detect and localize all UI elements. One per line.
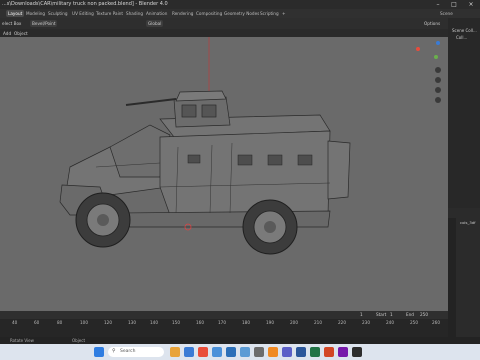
maximize-icon[interactable]: □ [446,0,462,9]
object-menu[interactable]: Object [14,30,28,37]
frame-number: 190 [266,320,274,325]
viewport-header: elect Box Bevel/Point Global Options [0,18,448,29]
onenote-icon[interactable] [338,347,348,357]
add-menu[interactable]: Add [3,30,11,37]
outliner-panel: Scene Coll... Coll... [448,18,480,208]
frame-number: 140 [150,320,158,325]
tab-scripting[interactable]: Scripting [260,10,279,17]
status-middle: Object [72,338,86,343]
excel-icon[interactable] [310,347,320,357]
frame-number: 180 [242,320,250,325]
teams-icon[interactable] [282,347,292,357]
window-title: ...s\Downloads\CAR\military truck non pa… [2,1,168,7]
title-bar: ...s\Downloads\CAR\military truck non pa… [0,0,480,9]
frame-number: 120 [104,320,112,325]
powerpoint-icon[interactable] [324,347,334,357]
frame-number: 250 [410,320,418,325]
truck-model [59,37,351,255]
pan-icon[interactable] [435,77,441,83]
close-icon[interactable]: × [463,0,479,9]
tab-animation[interactable]: Animation [146,10,167,17]
status-bar: Rotate View Object [0,337,480,344]
start-label: Start [376,312,387,317]
orientation-dropdown[interactable]: Global [146,20,164,27]
tab-texture-paint[interactable]: Texture Paint [96,10,123,17]
frame-number: 170 [218,320,226,325]
perspective-toggle-icon[interactable] [435,97,441,103]
zoom-icon[interactable] [435,67,441,73]
frame-number: 200 [290,320,298,325]
collection-item[interactable]: Coll... [456,35,467,40]
mail-icon[interactable] [226,347,236,357]
search-box[interactable]: ⚲ Search [108,347,164,357]
frame-number: 100 [80,320,88,325]
tab-shading[interactable]: Shading [126,10,143,17]
current-frame-field[interactable]: 1 [360,311,363,318]
frame-number: 160 [196,320,204,325]
x-axis-gizmo-icon[interactable] [416,47,420,51]
end-frame-field[interactable]: 250 [420,311,428,318]
chrome-icon[interactable] [198,347,208,357]
blender-icon[interactable] [268,347,278,357]
terminal-icon[interactable] [352,347,362,357]
timeline-controls: 1 Start 1 End 250 [0,311,448,319]
scene-selector[interactable]: Scene [440,10,453,17]
front-wheel [75,192,131,248]
start-frame-field[interactable]: 1 [390,311,393,318]
frame-number: 210 [314,320,322,325]
photos-icon[interactable] [240,347,250,357]
tab-uv-editing[interactable]: UV Editing [72,10,94,17]
tab-modeling[interactable]: Modeling [26,10,45,17]
frame-number: 220 [338,320,346,325]
end-label: End [406,312,414,317]
search-placeholder: Search [120,349,136,354]
search-icon: ⚲ [112,348,116,354]
frame-number: 230 [362,320,370,325]
frame-number: 260 [432,320,440,325]
viewport-subheader: Add Object [0,29,448,37]
frame-number: 40 [12,320,18,325]
select-mode-label[interactable]: elect Box [2,20,21,27]
add-workspace-button[interactable]: + [282,10,286,17]
tab-sculpting[interactable]: Sculpting [48,10,68,17]
frame-number: 240 [386,320,394,325]
file-explorer-icon[interactable] [170,347,180,357]
object-name-label: cols_3df [460,220,476,225]
workspace-tab-bar: Layout Modeling Sculpting UV Editing Tex… [0,9,480,18]
tab-geometry-nodes[interactable]: Geometry Nodes [224,10,259,17]
frame-number: 150 [172,320,180,325]
tab-compositing[interactable]: Compositing [196,10,222,17]
options-dropdown[interactable]: Options [424,20,440,27]
properties-tabs [448,218,456,344]
word-icon[interactable] [296,347,306,357]
store-icon[interactable] [212,347,222,357]
z-axis-gizmo-icon[interactable] [436,41,440,45]
windows-start-icon[interactable] [94,347,104,357]
tab-layout[interactable]: Layout [6,10,25,17]
frame-number: 130 [128,320,136,325]
frame-number: 60 [34,320,40,325]
settings-icon[interactable] [254,347,264,357]
status-left: Rotate View [10,338,34,343]
frame-number: 80 [57,320,63,325]
edge-icon[interactable] [184,347,194,357]
y-axis-gizmo-icon[interactable] [434,55,438,59]
3d-viewport[interactable] [0,37,448,311]
tab-rendering[interactable]: Rendering [172,10,193,17]
camera-view-icon[interactable] [435,87,441,93]
scene-collection-item[interactable]: Scene Coll... [452,28,477,33]
minimize-icon[interactable]: – [430,0,446,9]
rear-wheel [242,199,298,255]
pivot-dropdown[interactable]: Bevel/Point [30,20,58,27]
